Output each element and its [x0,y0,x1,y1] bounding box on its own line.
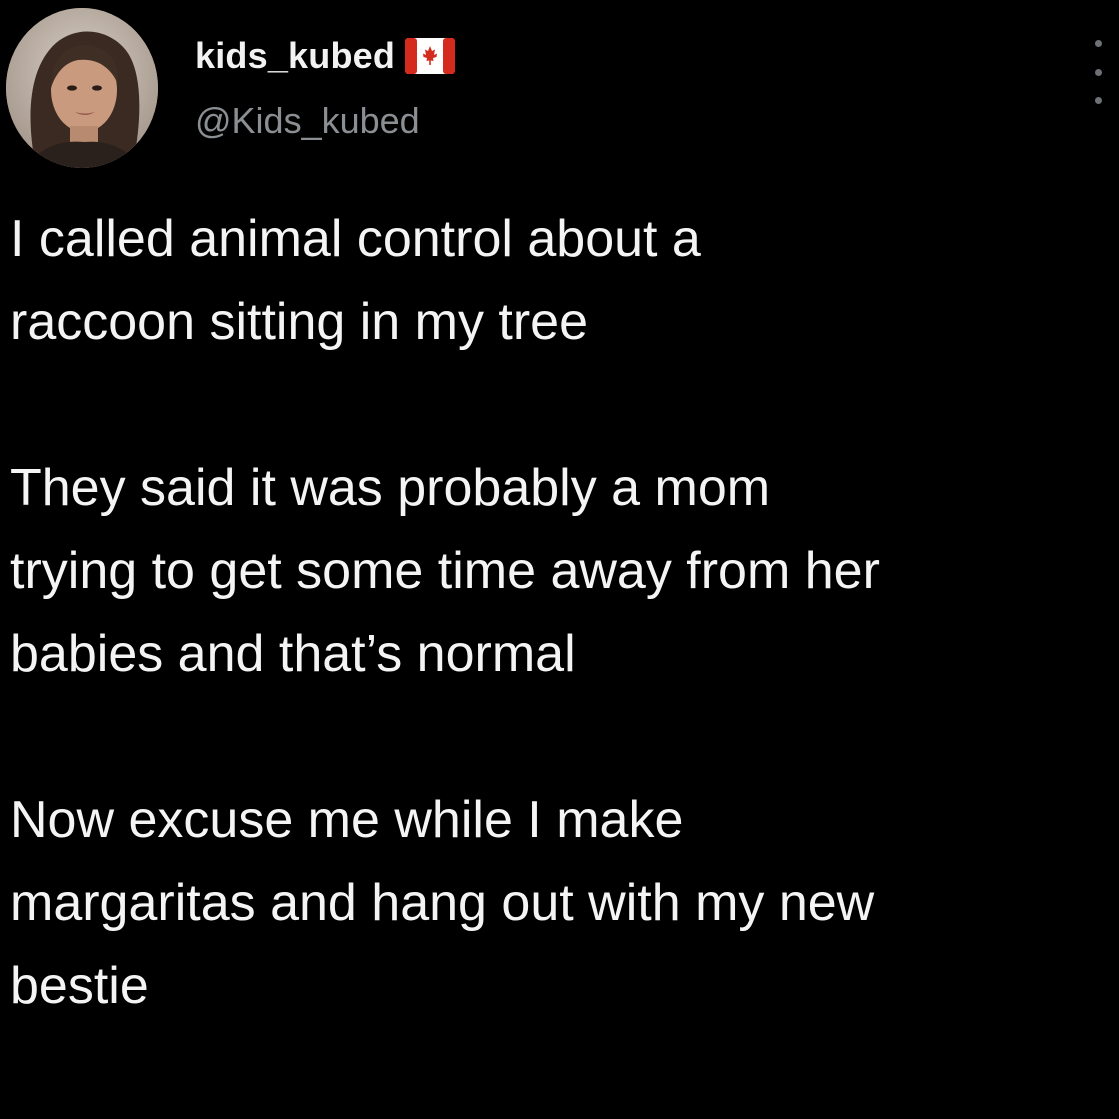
dot-icon [1094,40,1102,47]
avatar-image [6,8,158,168]
display-name[interactable]: kids_kubed [195,35,395,77]
author-handle[interactable]: @Kids_kubed [195,100,420,142]
tweet-paragraph: They said it was probably a mom trying t… [10,459,880,683]
canada-flag-icon [405,38,456,74]
tweet-card: kids_kubed @Kids_kubed I called animal c… [0,0,1119,1119]
more-vertical-icon[interactable] [1086,40,1110,104]
author-name-row: kids_kubed [195,30,456,82]
dot-icon [1094,97,1102,104]
tweet-paragraph: I called animal control about a raccoon … [10,210,701,351]
tweet-text: I called animal control about a raccoon … [10,198,1115,1028]
tweet-paragraph: Now excuse me while I make margaritas an… [10,791,875,1015]
dot-icon [1094,68,1102,76]
avatar[interactable] [6,8,158,168]
